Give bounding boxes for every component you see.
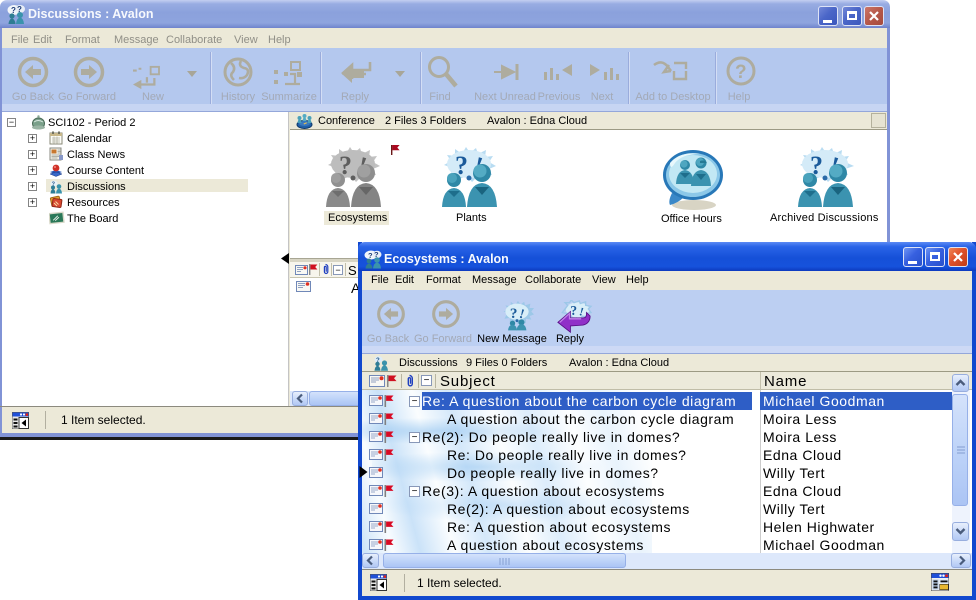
svg-text:?: ? — [570, 303, 577, 318]
svg-text:?: ? — [735, 62, 747, 83]
